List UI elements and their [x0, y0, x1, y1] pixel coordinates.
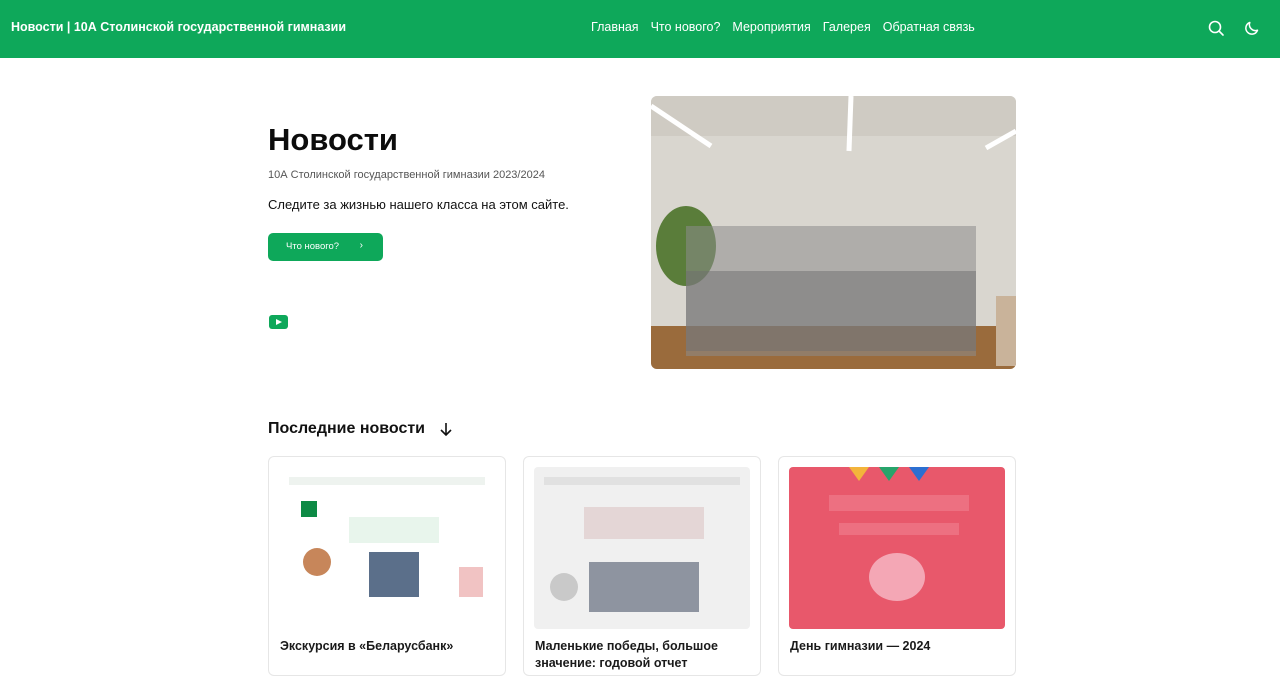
hero-subtitle: 10А Столинской государственной гимназии …	[268, 169, 545, 181]
dark-mode-moon-icon[interactable]	[1243, 19, 1261, 37]
news-card-image	[534, 467, 750, 629]
nav-home[interactable]: Главная	[591, 20, 639, 34]
site-title-link[interactable]: Новости | 10А Столинской государственной…	[11, 20, 346, 34]
news-card[interactable]: День гимназии — 2024	[778, 456, 1016, 676]
class-photo	[651, 96, 1016, 369]
hero-description: Следите за жизнью нашего класса на этом …	[268, 197, 569, 212]
latest-news-heading: Последние новости	[268, 420, 426, 437]
whats-new-button-label: Что нового?	[286, 241, 340, 252]
news-card-title: Маленькие победы, большое значение: годо…	[535, 639, 718, 670]
whats-new-button[interactable]: Что нового? ›	[268, 233, 383, 261]
page-title: Новости	[268, 122, 398, 157]
main-nav: Главная Что нового? Мероприятия Галерея …	[591, 20, 975, 34]
news-card-title: День гимназии — 2024	[790, 639, 931, 653]
news-card-title: Экскурсия в «Беларусбанк»	[280, 639, 454, 653]
news-card-image	[789, 467, 1005, 629]
search-icon[interactable]	[1207, 19, 1225, 37]
nav-events[interactable]: Мероприятия	[732, 20, 810, 34]
chevron-right-icon: ›	[359, 240, 363, 251]
top-navbar: Новости | 10А Столинской государственной…	[0, 0, 1280, 58]
news-card[interactable]: Маленькие победы, большое значение: годо…	[523, 456, 761, 676]
nav-feedback[interactable]: Обратная связь	[883, 20, 975, 34]
news-card-image	[279, 467, 495, 629]
nav-whats-new[interactable]: Что нового?	[651, 20, 721, 34]
news-card[interactable]: Экскурсия в «Беларусбанк»	[268, 456, 506, 676]
youtube-icon[interactable]	[269, 315, 288, 329]
nav-gallery[interactable]: Галерея	[823, 20, 871, 34]
arrow-down-icon	[439, 420, 453, 443]
